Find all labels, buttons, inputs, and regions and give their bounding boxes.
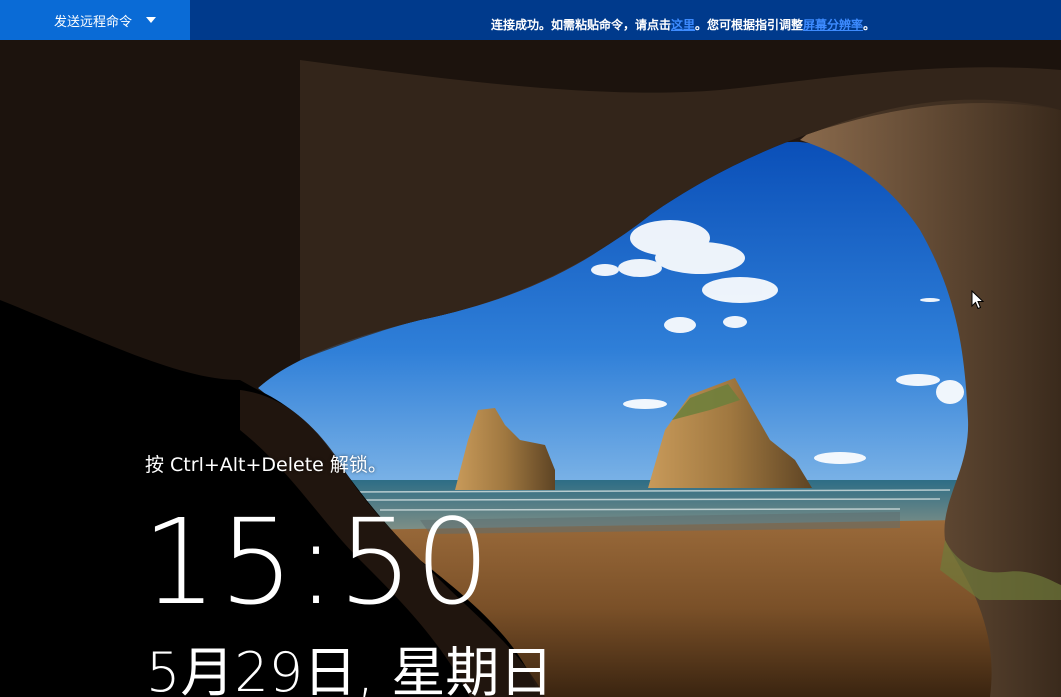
send-remote-command-label: 发送远程命令 [54, 14, 133, 30]
chevron-down-icon [146, 17, 157, 23]
screen-resolution-link[interactable]: 屏幕分辨率 [803, 18, 863, 32]
send-remote-command-button[interactable]: 发送远程命令 [0, 0, 190, 40]
lock-screen-date: 5月29日, 星期日 [146, 641, 554, 697]
paste-command-link[interactable]: 这里 [671, 18, 695, 32]
remote-toolbar: 发送远程命令 连接成功。如需粘贴命令，请点击这里。您可根据指引调整屏幕分辨率。 [0, 0, 1061, 40]
lock-screen-time: 15:50 [142, 493, 493, 631]
mouse-pointer-icon [971, 290, 985, 310]
connection-notice: 连接成功。如需粘贴命令，请点击这里。您可根据指引调整屏幕分辨率。 [491, 16, 875, 33]
unlock-hint: 按 Ctrl+Alt+Delete 解锁。 [145, 454, 387, 476]
notice-suffix: 。 [863, 18, 876, 32]
notice-prefix: 连接成功。如需粘贴命令，请点击 [491, 18, 672, 32]
remote-desktop-screen: 发送远程命令 连接成功。如需粘贴命令，请点击这里。您可根据指引调整屏幕分辨率。 [0, 0, 1061, 697]
notice-middle: 。您可根据指引调整 [695, 18, 804, 32]
